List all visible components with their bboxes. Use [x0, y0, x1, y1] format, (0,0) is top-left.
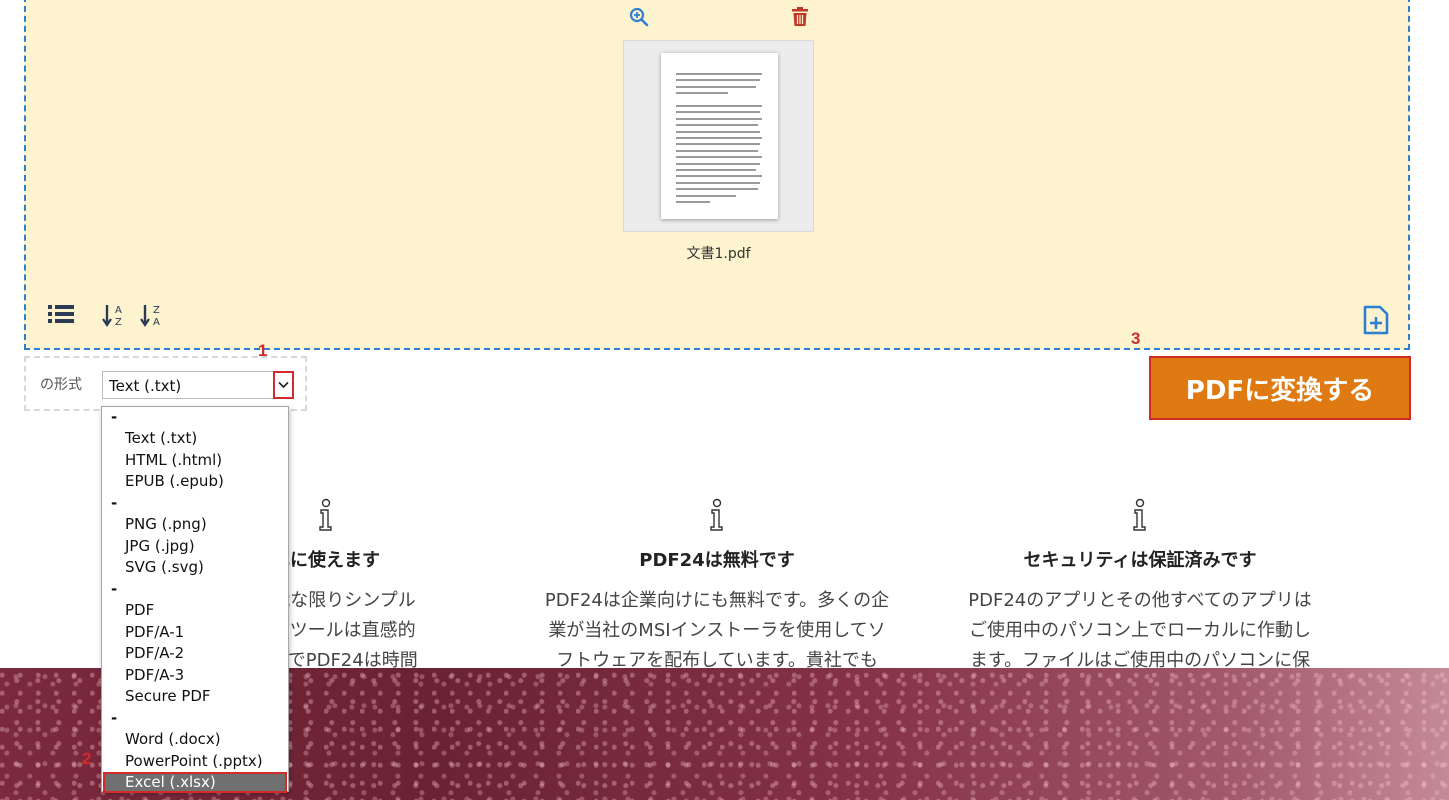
text-line	[676, 137, 762, 139]
feature-free: PDF24は無料です PDF24は企業向けにも無料です。多くの企 業が当社のMS…	[527, 498, 907, 676]
dropdown-separator: -	[111, 408, 118, 426]
dropdown-option[interactable]: EPUB (.epub)	[125, 470, 224, 492]
text-line	[676, 194, 736, 197]
dropdown-option[interactable]: PDF/A-1	[125, 621, 184, 643]
text-line	[676, 92, 728, 95]
format-select[interactable]: Text (.txt)	[102, 371, 294, 399]
text-line	[676, 175, 762, 178]
dropdown-option[interactable]: Text (.txt)	[125, 427, 197, 449]
dropdown-option[interactable]: HTML (.html)	[125, 449, 222, 471]
output-format-panel: の形式 Text (.txt)	[24, 356, 307, 411]
dropdown-option[interactable]: PDF/A-2	[125, 642, 184, 664]
page-preview	[661, 53, 778, 219]
text-line	[676, 85, 756, 88]
sort-z-a-icon[interactable]: Z A	[140, 302, 170, 328]
text-line	[676, 169, 756, 171]
format-dropdown-list[interactable]: - Text (.txt) HTML (.html) EPUB (.epub) …	[101, 406, 289, 793]
text-line	[676, 149, 758, 152]
text-line	[676, 111, 760, 114]
chevron-down-icon[interactable]	[273, 371, 294, 399]
dropdown-option[interactable]: JPG (.jpg)	[125, 535, 195, 557]
file-thumbnail[interactable]	[623, 40, 814, 232]
zoom-in-icon[interactable]	[628, 6, 650, 28]
dropdown-option[interactable]: Secure PDF	[125, 685, 211, 707]
svg-text:A: A	[153, 317, 160, 328]
format-selected-value: Text (.txt)	[109, 377, 182, 395]
dropdown-option[interactable]: PDF/A-3	[125, 664, 184, 686]
dropdown-option[interactable]: PDF	[125, 599, 154, 621]
feature-title: セキュリティは保証済みです	[1023, 550, 1257, 571]
add-file-icon[interactable]	[1362, 305, 1390, 335]
dropdown-option-highlighted[interactable]: Excel (.xlsx)	[103, 772, 287, 793]
text-line	[676, 117, 762, 120]
info-icon	[710, 498, 723, 531]
svg-text:A: A	[115, 305, 122, 316]
step-marker-1: 1	[258, 341, 268, 360]
dropdown-option[interactable]: SVG (.svg)	[125, 556, 204, 578]
text-line	[676, 156, 762, 159]
text-line	[676, 143, 760, 146]
text-line	[676, 73, 762, 75]
dropdown-separator: -	[111, 494, 118, 512]
trash-icon[interactable]	[789, 6, 811, 28]
dropdown-option[interactable]: PNG (.png)	[125, 513, 207, 535]
text-line	[676, 79, 760, 82]
step-marker-2: 2	[82, 749, 92, 768]
svg-text:Z: Z	[115, 317, 122, 328]
text-line	[676, 162, 760, 165]
svg-text:Z: Z	[153, 305, 160, 316]
dropdown-separator: -	[111, 709, 118, 727]
text-line	[676, 188, 758, 191]
sort-a-z-icon[interactable]: A Z	[102, 302, 132, 328]
dropdown-separator: -	[111, 580, 118, 598]
file-drop-zone[interactable]: 文書1.pdf A Z Z A	[24, 0, 1410, 350]
feature-security: セキュリティは保証済みです PDF24のアプリとその他すべてのアプリは ご使用中…	[950, 498, 1330, 676]
step-marker-3: 3	[1131, 329, 1141, 348]
text-line	[676, 130, 760, 133]
text-line	[676, 105, 762, 107]
info-icon	[319, 498, 332, 531]
dropdown-option[interactable]: Word (.docx)	[125, 728, 221, 750]
format-label: の形式	[40, 377, 82, 393]
dropdown-option[interactable]: PowerPoint (.pptx)	[125, 750, 263, 772]
text-line	[676, 124, 758, 127]
feature-title: PDF24は無料です	[639, 550, 795, 571]
feature-text: PDF24は企業向けにも無料です。多くの企 業が当社のMSIインストーラを使用し…	[544, 590, 890, 671]
dropdown-option-label: Excel (.xlsx)	[125, 773, 216, 791]
file-name: 文書1.pdf	[686, 246, 751, 262]
text-line	[676, 201, 710, 203]
convert-to-pdf-button[interactable]: PDFに変換する	[1149, 356, 1411, 420]
info-icon	[1133, 498, 1146, 531]
text-line	[676, 181, 760, 184]
feature-text: PDF24のアプリとその他すべてのアプリは ご使用中のパソコン上でローカルに作動…	[968, 590, 1312, 671]
list-view-icon[interactable]	[46, 302, 76, 328]
